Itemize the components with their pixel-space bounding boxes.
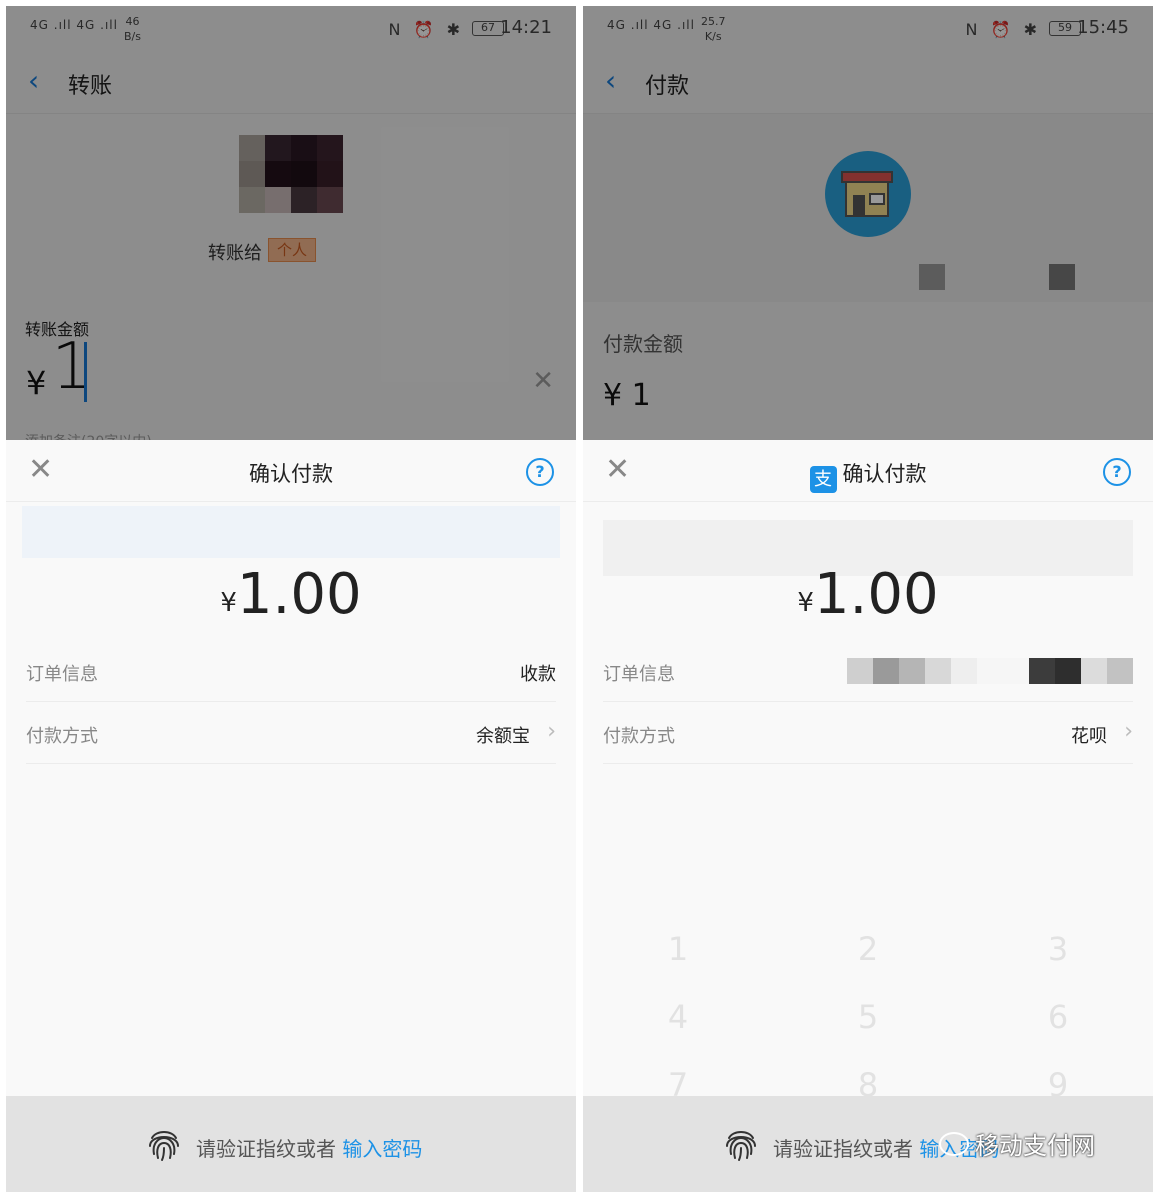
order-info-label: 订单信息 [603, 664, 675, 685]
verify-text: 请验证指纹或者 [196, 1137, 336, 1161]
sheet-header: ✕ 支确认付款 ? [583, 440, 1153, 502]
verify-footer: 请验证指纹或者 输入密码 [6, 1096, 576, 1192]
payment-screen: 4G .ıll 4G .ıll 25.7 K/s N ⏰ ✱ 59 15:45 ‹… [583, 6, 1153, 1192]
payment-method-label: 付款方式 [26, 726, 98, 747]
payment-method-value: 花呗 [1071, 726, 1107, 747]
transfer-screen: 4G .ıll 4G .ıll 46 B/s N ⏰ ✱ 67 14:21 ‹ 转… [6, 6, 576, 1192]
wechat-icon [939, 1132, 969, 1156]
sheet-title: 确认付款 [249, 462, 333, 486]
payment-method-row[interactable]: 付款方式 花呗 › [603, 702, 1133, 764]
order-info-row: 订单信息 [603, 640, 1133, 702]
amount-value: 1.00 [236, 562, 362, 627]
chevron-right-icon: › [547, 719, 556, 744]
currency-symbol: ¥ [220, 588, 237, 618]
order-info-row: 订单信息 收款 [26, 640, 556, 702]
key-4: 4 [667, 998, 689, 1036]
amount-value: 1.00 [813, 562, 939, 627]
key-5: 5 [857, 998, 879, 1036]
verify-prompt: 请验证指纹或者 输入密码 [196, 1133, 422, 1162]
help-icon[interactable]: ? [526, 458, 554, 486]
pay-amount: ¥1.00 [6, 562, 576, 627]
fingerprint-icon[interactable] [144, 1124, 184, 1164]
key-1: 1 [667, 930, 689, 968]
sheet-title: 支确认付款 [583, 458, 1153, 493]
verify-text: 请验证指纹或者 [773, 1137, 913, 1161]
payment-sheet: ✕ 确认付款 ? ¥1.00 订单信息 收款 付款方式 余额宝 › [6, 440, 576, 1192]
alipay-logo-icon: 支 [809, 466, 837, 493]
key-3: 3 [1047, 930, 1069, 968]
sheet-header: ✕ 确认付款 ? [6, 440, 576, 502]
payment-method-row[interactable]: 付款方式 余额宝 › [26, 702, 556, 764]
ghost-confirm-button [22, 506, 560, 558]
order-info-label: 订单信息 [26, 664, 98, 685]
modal-overlay[interactable] [583, 6, 1153, 440]
payment-sheet: ✕ 支确认付款 ? ¥1.00 订单信息 付款方式 花呗 › 1 2 3 4 5… [583, 440, 1153, 1192]
key-2: 2 [857, 930, 879, 968]
enter-password-link[interactable]: 输入密码 [342, 1137, 422, 1161]
help-icon[interactable]: ? [1103, 458, 1131, 486]
sheet-title-text: 确认付款 [842, 462, 927, 486]
fingerprint-icon[interactable] [721, 1124, 761, 1164]
currency-symbol: ¥ [797, 588, 814, 618]
payment-method-label: 付款方式 [603, 726, 675, 747]
payment-method-value: 余额宝 [476, 726, 530, 747]
blurred-order-info [847, 658, 1133, 684]
watermark-text: 移动支付网 [975, 1132, 1095, 1160]
modal-overlay[interactable] [6, 6, 576, 440]
chevron-right-icon: › [1124, 719, 1133, 744]
key-6: 6 [1047, 998, 1069, 1036]
pay-amount: ¥1.00 [583, 562, 1153, 627]
watermark: 移动支付网 [939, 1126, 1095, 1161]
order-info-value: 收款 [520, 664, 556, 685]
